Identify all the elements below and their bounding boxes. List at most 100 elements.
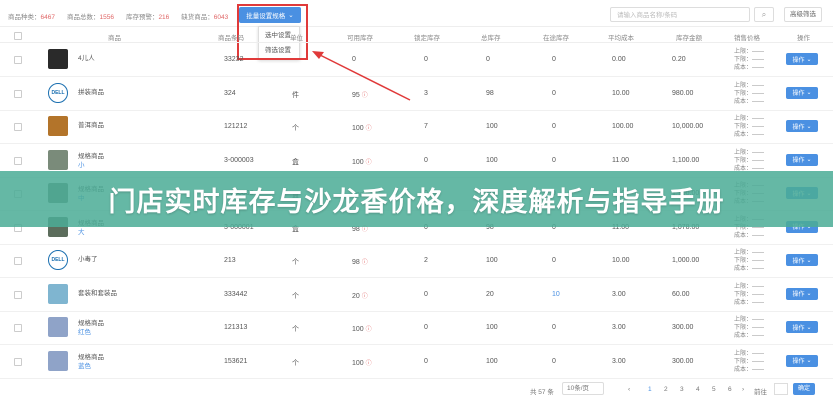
total-cell: 100 xyxy=(486,257,498,264)
page-size-select[interactable]: 10条/页 xyxy=(562,382,604,395)
chevron-down-icon: ⌄ xyxy=(806,123,812,130)
prev-page-icon[interactable]: ‹ xyxy=(628,386,630,393)
unit-cell: 个 xyxy=(292,359,299,367)
product-name-cell: 规格商品 红色 xyxy=(78,319,104,337)
row-action-button[interactable]: 操作⌄ xyxy=(786,254,818,266)
warning-icon: ⓘ xyxy=(365,159,372,166)
row-checkbox[interactable] xyxy=(14,89,22,98)
page-2[interactable]: 2 xyxy=(664,386,668,393)
product-logo-image: DELL xyxy=(48,82,68,103)
price-cost: 成本：—— xyxy=(734,266,765,272)
col-cost: 平均成本 xyxy=(608,35,634,42)
stat-label: 商品总数： xyxy=(66,14,100,21)
table-row: 普洱商品 121212 个 100 ⓘ 7 100 0 100.00 10,000.00 上限：—… xyxy=(0,110,833,144)
price-upper: 上限：—— xyxy=(734,250,765,256)
transit-cell[interactable]: 10 xyxy=(552,291,560,298)
page-1[interactable]: 1 xyxy=(648,386,652,393)
price-cost: 成本：—— xyxy=(734,366,765,373)
locked-cell: 0 xyxy=(424,357,428,365)
stat-label: 缺货商品： xyxy=(181,14,214,21)
price-upper: 上限：—— xyxy=(734,82,765,89)
page-3[interactable]: 3 xyxy=(680,386,684,393)
transit-cell: 0 xyxy=(552,123,556,130)
product-thumbnail xyxy=(48,350,68,371)
page-4[interactable]: 4 xyxy=(696,386,700,393)
total-cell: 20 xyxy=(486,290,494,298)
search-input[interactable]: 请输入商品名称/条码 xyxy=(610,7,750,22)
page-6[interactable]: 6 xyxy=(728,386,732,393)
row-checkbox[interactable] xyxy=(14,123,22,131)
row-action-button[interactable]: 操作⌄ xyxy=(786,153,818,166)
product-variant: 大 xyxy=(78,228,85,236)
product-variant: 蓝色 xyxy=(78,362,91,370)
chevron-down-icon: ⌄ xyxy=(806,358,812,364)
row-action-button[interactable]: 操作⌄ xyxy=(786,53,818,65)
select-all-checkbox[interactable] xyxy=(14,32,22,40)
search-icon[interactable]: ⌕ xyxy=(754,7,774,22)
transit-cell: 0 xyxy=(552,89,556,97)
col-price: 销售价格 xyxy=(734,35,760,42)
banner-title: 门店实时库存与沙龙香价格，深度解析与指导手册 xyxy=(108,186,725,218)
row-action-button[interactable]: 操作⌄ xyxy=(786,287,818,300)
locked-cell: 7 xyxy=(424,123,428,130)
product-thumbnail xyxy=(48,317,68,337)
price-upper: 上限：—— xyxy=(734,283,765,290)
available-cell: 0 xyxy=(352,56,356,63)
row-checkbox[interactable] xyxy=(14,257,22,265)
row-action-button[interactable]: 操作⌄ xyxy=(786,86,818,99)
cost-cell: 100.00 xyxy=(612,123,634,130)
price-cell: 上限：——下限：——成本：—— xyxy=(734,350,764,374)
unit-cell: 盒 xyxy=(292,158,299,166)
price-cell: 上限：——下限：——成本：—— xyxy=(734,48,764,72)
locked-cell: 0 xyxy=(424,56,428,63)
table-row: DELL 拼装商品 324 件 95 ⓘ 3 98 0 10.00 980.00 上限：—— 下限：—… xyxy=(0,77,833,111)
cost-cell: 3.00 xyxy=(612,324,626,331)
product-thumbnail xyxy=(48,283,68,304)
price-cell: 上限：——下限：——成本：—— xyxy=(734,316,764,340)
col-total: 总库存 xyxy=(481,35,501,42)
product-thumbnail xyxy=(48,49,68,69)
available-cell: 100 ⓘ xyxy=(352,324,372,333)
row-checkbox[interactable] xyxy=(14,357,22,366)
goto-page-input[interactable] xyxy=(774,383,788,395)
advanced-filter-button[interactable]: 高级筛选 xyxy=(784,7,822,22)
total-cell: 100 xyxy=(486,156,498,164)
unit-cell: 件 xyxy=(292,91,299,99)
row-action-label: 操作 xyxy=(792,57,805,64)
amount-cell: 1,000.00 xyxy=(672,257,700,264)
row-action-button[interactable]: 操作⌄ xyxy=(786,120,818,132)
page-5[interactable]: 5 xyxy=(712,386,716,393)
warning-icon: ⓘ xyxy=(361,92,368,99)
next-page-icon[interactable]: › xyxy=(742,386,744,393)
table-row: DELL 小毒了 213 个 98 ⓘ 2 100 0 10.00 1,000.00 上限：—— 下限… xyxy=(0,244,833,278)
stat-value: 1556 xyxy=(99,14,114,21)
product-name-cell: 套装和套装品 xyxy=(78,289,117,298)
row-checkbox[interactable] xyxy=(14,156,22,165)
transit-cell: 0 xyxy=(552,156,556,164)
available-value: 0 xyxy=(352,56,356,63)
price-cost: 成本：—— xyxy=(734,132,765,138)
row-action-button[interactable]: 操作⌄ xyxy=(786,321,818,333)
col-available: 可用库存 xyxy=(347,35,373,42)
price-upper: 上限：—— xyxy=(734,149,765,156)
col-locked: 锁定库存 xyxy=(414,35,440,42)
title-banner: 门店实时库存与沙龙香价格，深度解析与指导手册 xyxy=(0,171,833,227)
available-value: 98 xyxy=(352,259,360,266)
row-action-button[interactable]: 操作⌄ xyxy=(786,354,818,367)
amount-cell: 10,000.00 xyxy=(672,123,704,130)
chevron-down-icon: ⌄ xyxy=(806,90,812,96)
price-lower: 下限：—— xyxy=(734,124,765,130)
row-checkbox[interactable] xyxy=(14,324,22,332)
row-checkbox[interactable] xyxy=(14,290,22,299)
product-name-cell: 4儿人 xyxy=(78,54,95,63)
stats-bar: 商品种类：6467 商品总数：1556 库存预警：216 缺货商品：6043 xyxy=(8,11,228,21)
unit-cell: 个 xyxy=(292,259,299,266)
row-action-label: 操作 xyxy=(792,91,805,97)
product-thumbnail xyxy=(48,116,68,136)
price-lower: 下限：—— xyxy=(734,90,765,97)
goto-confirm-button[interactable]: 确定 xyxy=(793,383,815,395)
total-cell: 0 xyxy=(486,56,490,63)
locked-cell: 3 xyxy=(424,89,428,97)
row-checkbox[interactable] xyxy=(14,56,22,64)
product-name-cell: 拼装商品 xyxy=(78,88,104,97)
